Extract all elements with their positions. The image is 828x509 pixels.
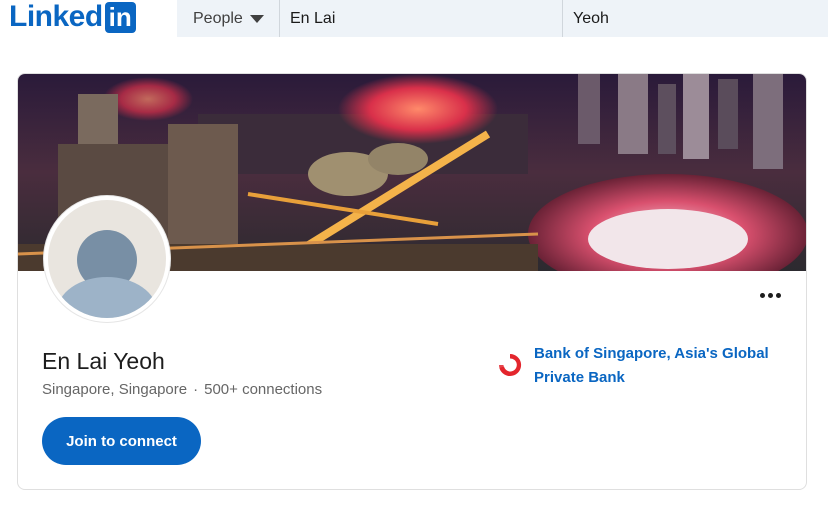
last-name-field[interactable]: Yeoh <box>563 0 828 37</box>
search-scope-dropdown[interactable]: People <box>177 0 280 37</box>
profile-name: En Lai Yeoh <box>42 348 165 374</box>
bank-of-singapore-logo <box>499 353 522 376</box>
company-name[interactable]: Bank of Singapore, Asia's Global Private… <box>534 342 786 390</box>
more-dot <box>775 292 781 298</box>
top-navigation-bar: Linked in People En Lai Yeoh <box>0 0 828 37</box>
caret-down-icon <box>249 14 264 23</box>
more-horizontal-icon[interactable] <box>757 284 783 306</box>
current-company-link[interactable]: Bank of Singapore, Asia's Global Private… <box>496 342 786 390</box>
first-name-value: En Lai <box>290 9 336 27</box>
more-dot <box>759 292 765 298</box>
more-dot <box>767 292 773 298</box>
join-to-connect-button[interactable]: Join to connect <box>42 417 201 465</box>
avatar-body <box>57 277 157 318</box>
profile-card: En Lai Yeoh Singapore, Singapore · 500+ co… <box>17 73 807 490</box>
profile-meta: Singapore, Singapore · 500+ connections <box>42 380 322 400</box>
profile-avatar <box>44 196 170 322</box>
people-search-bar: People En Lai Yeoh <box>177 0 828 37</box>
logo-wordmark: Linked <box>9 0 103 33</box>
logo-in-box: in <box>104 1 136 33</box>
meta-separator: · <box>193 381 199 398</box>
profile-location: Singapore, Singapore <box>42 381 188 398</box>
linkedin-logo[interactable]: Linked in <box>9 0 136 34</box>
search-scope-label: People <box>193 9 243 27</box>
first-name-field[interactable]: En Lai <box>280 0 563 37</box>
last-name-value: Yeoh <box>573 9 609 27</box>
profile-connections: 500+ connections <box>204 381 323 398</box>
avatar-placeholder-icon <box>48 200 166 318</box>
